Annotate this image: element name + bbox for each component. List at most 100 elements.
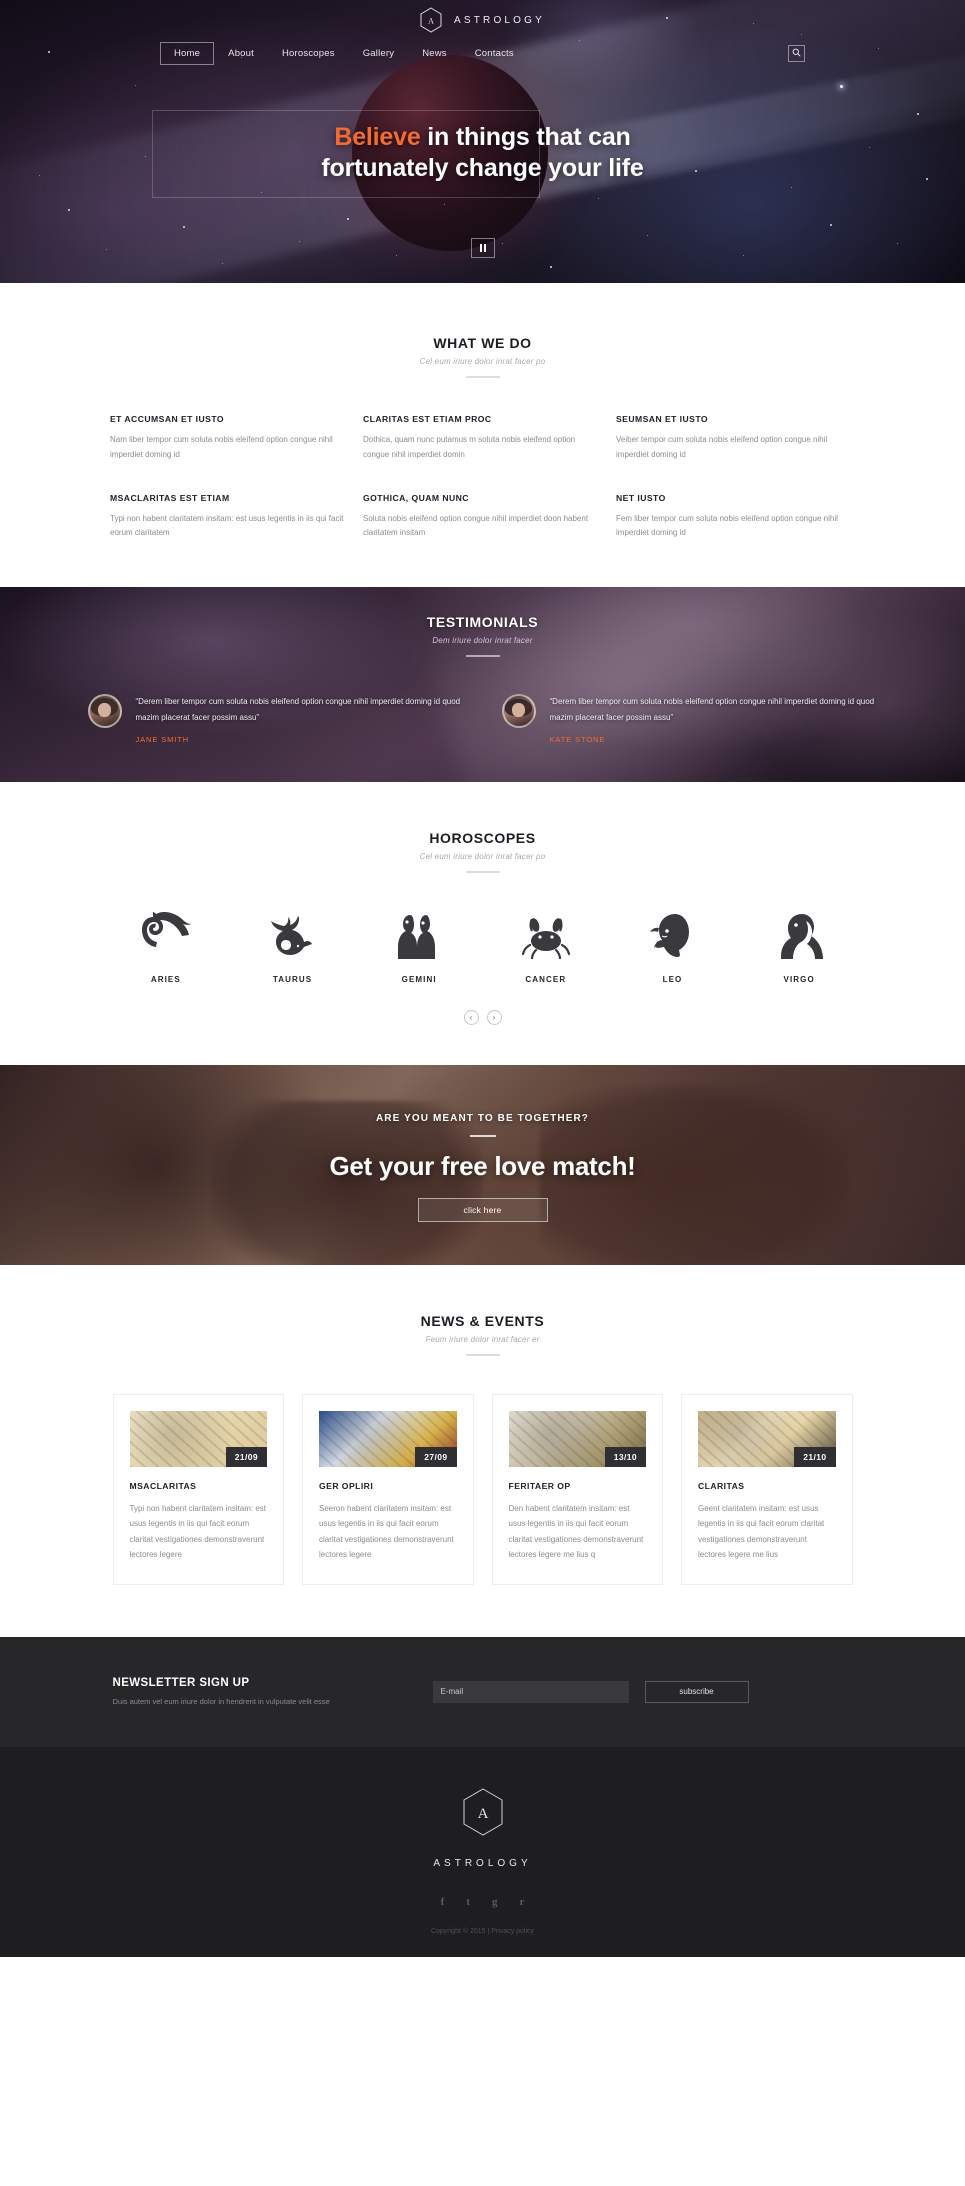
testimonial-item: “Derem liber tempor cum soluta nobis ele… bbox=[501, 694, 878, 744]
avatar bbox=[501, 694, 536, 729]
google-plus-icon[interactable]: g bbox=[492, 1896, 498, 1908]
zodiac-item-gemini[interactable]: GEMINI bbox=[356, 911, 483, 984]
nav-item-home[interactable]: Home bbox=[160, 41, 215, 65]
love-cta-divider bbox=[469, 1135, 496, 1138]
leo-lion-icon bbox=[645, 911, 699, 959]
testimonial-quote: “Derem liber tempor cum soluta nobis ele… bbox=[135, 697, 461, 722]
hero-headline-rest: in things that can bbox=[420, 123, 631, 151]
news-events-section: NEWS & EVENTS Feum iriure dolor inrat fa… bbox=[0, 1265, 965, 1637]
zodiac-carousel-nav: ‹ › bbox=[0, 1010, 965, 1026]
newsletter-inner: NEWSLETTER SIGN UP Duis autem vel eum ir… bbox=[113, 1677, 853, 1707]
footer-logo[interactable]: A bbox=[0, 1787, 965, 1842]
zodiac-carousel: ARIES TAURUS GEMINI CANCER LEO VIRGO bbox=[103, 911, 863, 984]
copyright-text: Copyright © 2015 | bbox=[430, 1927, 490, 1935]
zodiac-label: TAURUS bbox=[272, 975, 313, 985]
hero-section: A ASTROLOGY Home About Horoscopes Galler… bbox=[0, 0, 965, 283]
zodiac-item-taurus[interactable]: TAURUS bbox=[229, 911, 356, 984]
news-card[interactable]: 21/09 MSACLARITAS Typi non habent clarit… bbox=[112, 1394, 284, 1585]
service-item: CLARITAS EST ETIAM PROC Dothica, quam nu… bbox=[363, 414, 602, 463]
news-header: NEWS & EVENTS Feum iriure dolor inrat fa… bbox=[0, 1313, 965, 1357]
svg-text:A: A bbox=[428, 17, 434, 26]
zodiac-label: GEMINI bbox=[401, 975, 437, 985]
footer-copyright: Copyright © 2015 | Privacy policy bbox=[0, 1928, 965, 1935]
news-card-title[interactable]: FERITAER OP bbox=[509, 1481, 647, 1491]
footer-brand-text: ASTROLOGY bbox=[433, 1857, 532, 1869]
love-cta-button[interactable]: click here bbox=[417, 1198, 548, 1223]
love-cta-kicker: ARE YOU MEANT TO BE TOGETHER? bbox=[375, 1113, 590, 1125]
horoscopes-header: HOROSCOPES Cel eum iriure dolor inrat fa… bbox=[0, 830, 965, 874]
zodiac-item-leo[interactable]: LEO bbox=[609, 911, 736, 984]
nav-item-horoscopes[interactable]: Horoscopes bbox=[268, 42, 349, 65]
newsletter-subscribe-button[interactable]: subscribe bbox=[644, 1680, 749, 1703]
service-text: Nam liber tempor cum soluta nobis eleife… bbox=[110, 435, 333, 459]
testimonial-author[interactable]: KATE STONE bbox=[550, 735, 878, 744]
section-divider bbox=[465, 1354, 500, 1357]
newsletter-copy: NEWSLETTER SIGN UP Duis autem vel eum ir… bbox=[113, 1677, 413, 1707]
slider-pause-button[interactable] bbox=[470, 238, 495, 258]
service-item: MSACLARITAS EST ETIAM Typi non habent cl… bbox=[110, 493, 349, 542]
love-cta-title: Get your free love match! bbox=[329, 1151, 636, 1182]
hero-headline-accent: Believe bbox=[334, 123, 421, 151]
news-card[interactable]: 13/10 FERITAER OP Den habent claritatem … bbox=[491, 1394, 663, 1585]
avatar bbox=[87, 694, 122, 729]
what-we-do-title: WHAT WE DO bbox=[433, 335, 532, 351]
service-title: SEUMSAN ET IUSTO bbox=[616, 414, 709, 424]
nav-item-gallery[interactable]: Gallery bbox=[349, 42, 409, 65]
news-card-text: Geent claritatem insitam: est usus legen… bbox=[698, 1504, 825, 1559]
section-divider bbox=[465, 655, 500, 658]
news-card[interactable]: 27/09 GER OPLIRI Seeron habent claritate… bbox=[302, 1394, 474, 1585]
pause-icon-bar-left bbox=[479, 244, 482, 252]
news-card[interactable]: 21/10 CLARITAS Geent claritatem insitam:… bbox=[681, 1394, 853, 1585]
facebook-icon[interactable]: f bbox=[441, 1896, 445, 1908]
love-match-cta-section: ARE YOU MEANT TO BE TOGETHER? Get your f… bbox=[0, 1065, 965, 1266]
testimonial-item: “Derem liber tempor cum soluta nobis ele… bbox=[87, 694, 464, 744]
news-card-title[interactable]: GER OPLIRI bbox=[319, 1481, 457, 1491]
hero-headline: Believe in things that can fortunately c… bbox=[0, 122, 965, 183]
zodiac-label: CANCER bbox=[525, 975, 567, 985]
testimonials-section: TESTIMONIALS Dem iriure dolor inrat face… bbox=[0, 587, 965, 783]
news-card-title[interactable]: MSACLARITAS bbox=[130, 1481, 268, 1491]
service-item: NET IUSTO Fem liber tempor cum soluta no… bbox=[616, 493, 855, 542]
news-thumbnail: 27/09 bbox=[319, 1411, 457, 1468]
service-title: MSACLARITAS EST ETIAM bbox=[110, 492, 230, 503]
zodiac-label: LEO bbox=[662, 975, 683, 985]
news-card-text: Den habent claritatem insitam: est usus … bbox=[508, 1504, 644, 1559]
service-text: Dothica, quam nunc putamus m soluta nobi… bbox=[363, 435, 576, 459]
hero-headline-line2: fortunately change your life bbox=[321, 153, 644, 182]
carousel-next-button[interactable]: › bbox=[486, 1010, 502, 1026]
search-button[interactable] bbox=[788, 44, 805, 62]
what-we-do-header: WHAT WE DO Cel eum iriure dolor inrat fa… bbox=[0, 335, 965, 378]
testimonials-content: TESTIMONIALS Dem iriure dolor inrat face… bbox=[0, 587, 965, 744]
service-text: Fem liber tempor cum soluta nobis eleife… bbox=[616, 513, 838, 538]
rss-icon[interactable]: r bbox=[519, 1896, 524, 1908]
privacy-policy-link[interactable]: Privacy policy bbox=[491, 1928, 534, 1935]
nav-item-news[interactable]: News bbox=[408, 42, 461, 65]
twitter-icon[interactable]: t bbox=[466, 1896, 470, 1908]
zodiac-item-aries[interactable]: ARIES bbox=[103, 911, 230, 984]
footer-social-links: f t g r bbox=[0, 1896, 965, 1908]
newsletter-section: NEWSLETTER SIGN UP Duis autem vel eum ir… bbox=[0, 1636, 965, 1747]
horoscopes-section: HOROSCOPES Cel eum iriure dolor inrat fa… bbox=[0, 782, 965, 1066]
news-card-title[interactable]: CLARITAS bbox=[698, 1481, 836, 1491]
news-thumbnail: 21/09 bbox=[129, 1411, 267, 1468]
what-we-do-section: WHAT WE DO Cel eum iriure dolor inrat fa… bbox=[0, 283, 965, 588]
love-cta-content: ARE YOU MEANT TO BE TOGETHER? Get your f… bbox=[0, 1065, 965, 1223]
site-footer: A ASTROLOGY f t g r Copyright © 2015 | P… bbox=[0, 1746, 965, 1957]
testimonial-author[interactable]: JANE SMITH bbox=[136, 735, 464, 744]
nav-items: Home About Horoscopes Gallery News Conta… bbox=[160, 41, 528, 65]
nav-item-about[interactable]: About bbox=[214, 42, 268, 65]
newsletter-email-input[interactable] bbox=[432, 1680, 629, 1703]
site-logo[interactable]: A ASTROLOGY bbox=[0, 0, 965, 34]
service-text: Soluta nobis eleifend option congue nihi… bbox=[363, 513, 589, 538]
carousel-prev-button[interactable]: ‹ bbox=[463, 1010, 479, 1026]
testimonials-header: TESTIMONIALS Dem iriure dolor inrat face… bbox=[0, 614, 965, 658]
testimonials-subtitle: Dem iriure dolor inrat facer bbox=[432, 636, 533, 646]
testimonials-list: “Derem liber tempor cum soluta nobis ele… bbox=[87, 694, 878, 744]
zodiac-item-virgo[interactable]: VIRGO bbox=[736, 911, 863, 984]
service-item: SEUMSAN ET IUSTO Veiber tempor cum solut… bbox=[616, 414, 855, 463]
service-item: ET ACCUMSAN ET IUSTO Nam liber tempor cu… bbox=[110, 414, 349, 463]
nav-item-contacts[interactable]: Contacts bbox=[461, 42, 528, 65]
horoscopes-title: HOROSCOPES bbox=[429, 830, 536, 847]
zodiac-item-cancer[interactable]: CANCER bbox=[482, 911, 609, 984]
what-we-do-subtitle: Cel eum iriure dolor inrat facer po bbox=[419, 357, 546, 366]
